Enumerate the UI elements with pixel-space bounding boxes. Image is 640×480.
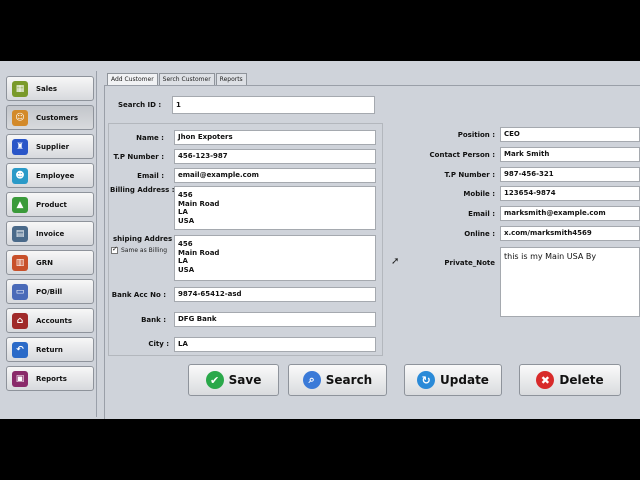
sidebar-item-grn[interactable]: ▥ GRN bbox=[6, 250, 94, 275]
same-as-billing-option[interactable]: Same as Billing bbox=[111, 245, 168, 254]
right-email-input[interactable]: marksmith@example.com bbox=[500, 206, 640, 221]
sidebar-item-sales[interactable]: ▦ Sales bbox=[6, 76, 94, 101]
grn-icon: ▥ bbox=[12, 254, 28, 271]
tp-number-input[interactable]: 456-123-987 bbox=[174, 149, 376, 164]
cash-register-icon: ▦ bbox=[12, 80, 28, 97]
contact-person-input[interactable]: Mark Smith bbox=[500, 147, 640, 162]
online-input[interactable]: x.com/marksmith4569 bbox=[500, 226, 640, 241]
invoice-icon: ▤ bbox=[12, 225, 28, 242]
name-input[interactable]: Jhon Expoters bbox=[174, 130, 376, 145]
sidebar-item-supplier[interactable]: ♜ Supplier bbox=[6, 134, 94, 159]
magnifier-icon: ⌕ bbox=[302, 371, 321, 389]
mobile-input[interactable]: 123654-9874 bbox=[500, 186, 640, 201]
shipping-line: 456 bbox=[178, 240, 193, 248]
product-icon: ▲ bbox=[12, 196, 28, 213]
refresh-icon: ↻ bbox=[417, 371, 436, 389]
delete-icon: ✖ bbox=[536, 371, 555, 389]
tab-reports[interactable]: Reports bbox=[215, 73, 247, 85]
email-input[interactable]: email@example.com bbox=[174, 168, 376, 183]
name-label: Name : bbox=[136, 134, 164, 142]
search-id-input[interactable]: 1 bbox=[172, 96, 375, 114]
sidebar-item-label: PO/Bill bbox=[36, 287, 63, 296]
delete-button[interactable]: ✖ Delete bbox=[519, 364, 621, 396]
sidebar-item-label: Sales bbox=[36, 84, 58, 93]
private-note-textarea[interactable]: this is my Main USA By bbox=[500, 247, 640, 317]
same-as-billing-label: Same as Billing bbox=[121, 247, 168, 254]
sidebar: ▦ Sales ☺ Customers ♜ Supplier ☻ Employee ▲ Produ… bbox=[2, 71, 97, 417]
right-tp-number-input[interactable]: 987-456-321 bbox=[500, 167, 640, 182]
save-button[interactable]: ✔ Save bbox=[188, 364, 279, 396]
bank-input[interactable]: DFG Bank bbox=[174, 312, 376, 327]
billing-address-label: Billing Address : bbox=[110, 186, 175, 194]
customer-icon: ☺ bbox=[12, 109, 28, 126]
right-email-label: Email : bbox=[468, 210, 495, 218]
sidebar-item-product[interactable]: ▲ Product bbox=[6, 192, 94, 217]
sidebar-item-label: Product bbox=[36, 200, 67, 209]
search-button[interactable]: ⌕ Search bbox=[288, 364, 387, 396]
tab-add-customer[interactable]: Add Customer bbox=[107, 73, 158, 85]
tp-number-label: T.P Number : bbox=[113, 153, 164, 161]
mobile-label: Mobile : bbox=[463, 190, 495, 198]
sidebar-item-return[interactable]: ↶ Return bbox=[6, 337, 94, 362]
supplier-icon: ♜ bbox=[12, 138, 28, 155]
online-label: Online : bbox=[464, 230, 495, 238]
search-button-label: Search bbox=[325, 373, 373, 387]
same-as-billing-checkbox[interactable] bbox=[111, 245, 118, 254]
position-label: Position : bbox=[457, 131, 495, 139]
sidebar-item-label: Accounts bbox=[36, 316, 73, 325]
sidebar-item-accounts[interactable]: ⌂ Accounts bbox=[6, 308, 94, 333]
billing-line: USA bbox=[178, 216, 195, 225]
sidebar-item-reports[interactable]: ▣ Reports bbox=[6, 366, 94, 391]
bank-label: Bank : bbox=[141, 316, 166, 324]
bank-acc-input[interactable]: 9874-65412-asd bbox=[174, 287, 376, 302]
update-button[interactable]: ↻ Update bbox=[404, 364, 502, 396]
sidebar-item-label: GRN bbox=[36, 258, 53, 267]
check-icon: ✔ bbox=[205, 371, 224, 389]
shipping-line: USA bbox=[178, 265, 195, 274]
sidebar-item-customers[interactable]: ☺ Customers bbox=[6, 105, 94, 130]
billing-line: LA bbox=[178, 208, 188, 216]
search-id-label: Search ID : bbox=[118, 101, 162, 109]
billing-address-textarea[interactable]: 456 Main Road LA USA bbox=[174, 186, 376, 230]
shipping-line: LA bbox=[178, 257, 188, 265]
city-input[interactable]: LA bbox=[174, 337, 376, 352]
shipping-address-textarea[interactable]: 456 Main Road LA USA bbox=[174, 235, 376, 281]
sidebar-item-label: Supplier bbox=[36, 142, 70, 151]
shipping-address-label: shiping Addres : bbox=[113, 235, 178, 243]
position-input[interactable]: CEO bbox=[500, 127, 640, 142]
reports-icon: ▣ bbox=[12, 370, 28, 387]
right-tp-number-label: T.P Number : bbox=[444, 171, 495, 179]
sidebar-item-label: Customers bbox=[36, 113, 79, 122]
delete-button-label: Delete bbox=[559, 373, 604, 387]
bank-acc-label: Bank Acc No : bbox=[111, 291, 166, 299]
shipping-line: Main Road bbox=[178, 248, 220, 257]
mouse-cursor-icon: ➚ bbox=[391, 256, 400, 267]
sidebar-item-label: Reports bbox=[36, 374, 67, 383]
sidebar-item-label: Invoice bbox=[36, 229, 65, 238]
save-button-label: Save bbox=[228, 373, 262, 387]
po-bill-icon: ▭ bbox=[12, 283, 28, 300]
sidebar-item-po-bill[interactable]: ▭ PO/Bill bbox=[6, 279, 94, 304]
sidebar-item-invoice[interactable]: ▤ Invoice bbox=[6, 221, 94, 246]
return-icon: ↶ bbox=[12, 341, 28, 358]
billing-line: Main Road bbox=[178, 199, 220, 208]
sidebar-item-label: Employee bbox=[36, 171, 75, 180]
bank-icon: ⌂ bbox=[12, 312, 28, 329]
employee-icon: ☻ bbox=[12, 167, 28, 184]
city-label: City : bbox=[148, 340, 169, 348]
sidebar-item-label: Return bbox=[36, 345, 63, 354]
email-label: Email : bbox=[137, 172, 164, 180]
contact-person-label: Contact Person : bbox=[429, 151, 495, 159]
billing-line: 456 bbox=[178, 191, 193, 199]
tab-search-customer[interactable]: Serch Customer bbox=[158, 73, 215, 85]
sidebar-item-employee[interactable]: ☻ Employee bbox=[6, 163, 94, 188]
update-button-label: Update bbox=[440, 373, 489, 387]
private-note-label: Private_Note bbox=[444, 259, 495, 267]
